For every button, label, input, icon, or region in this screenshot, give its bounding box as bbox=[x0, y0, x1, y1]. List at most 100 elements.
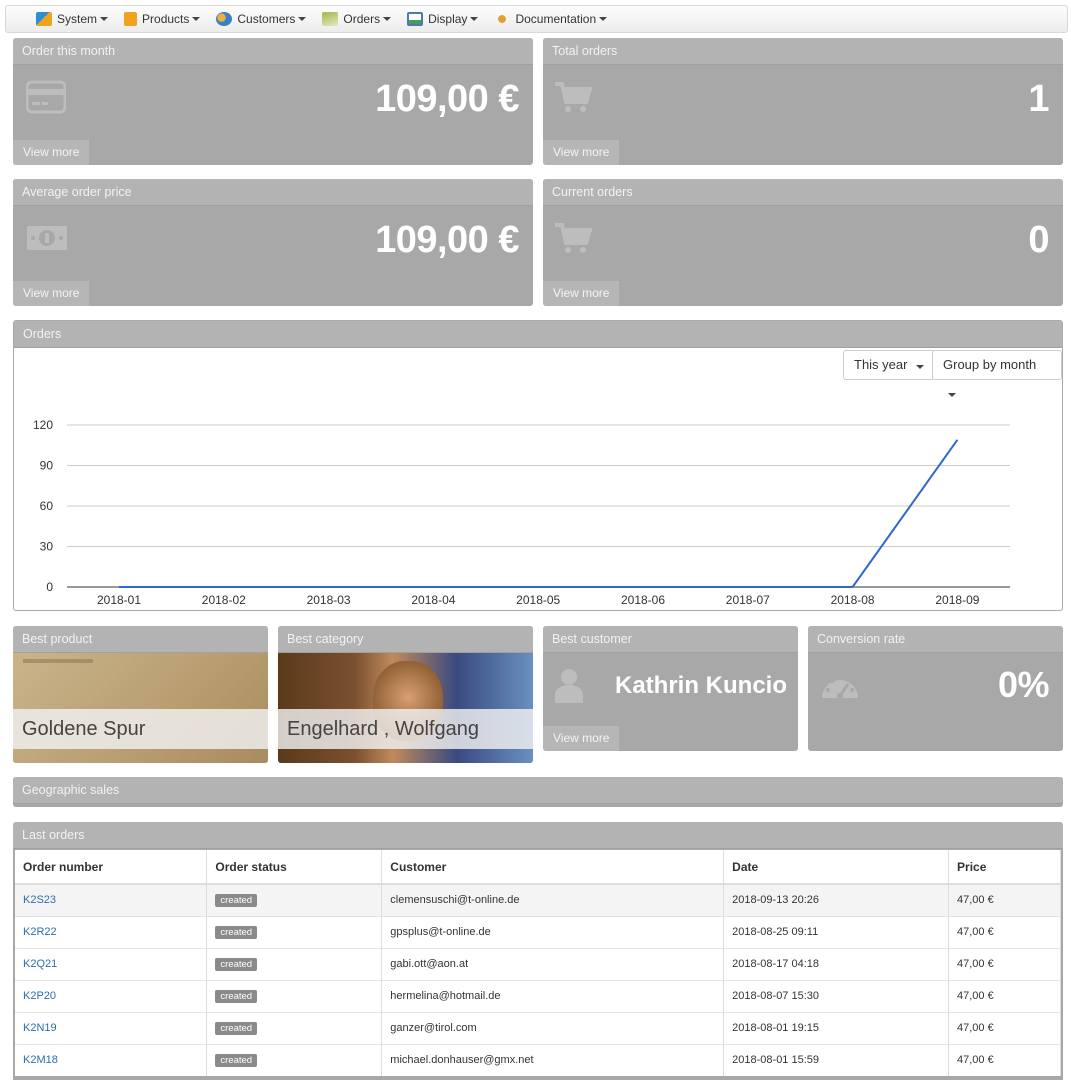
chevron-down-icon bbox=[298, 17, 307, 21]
column-header[interactable]: Price bbox=[948, 850, 1061, 885]
shopping-cart-icon bbox=[553, 80, 593, 117]
customers-icon bbox=[216, 12, 233, 26]
date-cell: 2018-08-01 19:15 bbox=[723, 1011, 950, 1044]
x-tick-label: 2018-04 bbox=[411, 593, 455, 607]
table-row: K2Q21 created gabi.ott@aon.at 2018-08-17… bbox=[15, 947, 1061, 980]
order-number-link[interactable]: K2S23 bbox=[15, 883, 208, 916]
y-tick-label: 60 bbox=[40, 499, 54, 513]
series-line-eur[interactable] bbox=[119, 439, 959, 588]
order-status-cell: created bbox=[206, 1011, 383, 1044]
nav-documentation[interactable]: Documentation bbox=[494, 12, 608, 26]
x-tick-label: 2018-08 bbox=[831, 593, 875, 607]
nav-label: Display bbox=[428, 12, 468, 26]
last-orders-table: Order number Order status Customer Date … bbox=[15, 850, 1061, 1076]
panel-title: Last orders bbox=[13, 822, 1063, 849]
price-cell: 47,00 € bbox=[948, 1043, 1061, 1076]
image-detail bbox=[23, 659, 93, 663]
order-number-link[interactable]: K2R22 bbox=[15, 915, 208, 948]
table-header-row: Order number Order status Customer Date … bbox=[15, 850, 1061, 885]
customer-cell: hermelina@hotmail.de bbox=[381, 979, 725, 1012]
panel-title: Order this month bbox=[13, 38, 533, 65]
table-row: K2R22 created gpsplus@t-online.de 2018-0… bbox=[15, 915, 1061, 948]
nav-customers[interactable]: Customers bbox=[216, 12, 307, 26]
column-header[interactable]: Customer bbox=[381, 850, 725, 885]
panel-title: Total orders bbox=[543, 38, 1063, 65]
price-cell: 47,00 € bbox=[948, 915, 1061, 948]
order-status-cell: created bbox=[206, 947, 383, 980]
geographic-sales-panel[interactable]: Geographic sales bbox=[13, 777, 1063, 807]
panel-title: Best category bbox=[278, 626, 533, 653]
customer-cell: gabi.ott@aon.at bbox=[381, 947, 725, 980]
orders-chart-panel: Orders This year Group by month 0 30 60 90 1… bbox=[13, 320, 1063, 611]
credit-card-icon bbox=[25, 80, 67, 117]
last-orders-panel: Last orders Order number Order status Cu… bbox=[13, 822, 1063, 1080]
conversion-rate-card: Conversion rate 0% bbox=[808, 626, 1063, 751]
price-cell: 47,00 € bbox=[948, 947, 1061, 980]
status-badge: created bbox=[215, 957, 258, 971]
customer-cell: gpsplus@t-online.de bbox=[381, 915, 725, 948]
y-tick-label: 30 bbox=[40, 540, 54, 554]
best-category-card[interactable]: Best category Engelhard , Wolfgang bbox=[278, 626, 533, 763]
stat-value: 109,00 € bbox=[375, 219, 519, 261]
nav-display[interactable]: Display bbox=[407, 12, 479, 26]
nav-orders[interactable]: Orders bbox=[322, 12, 392, 26]
best-category-name: Engelhard , Wolfgang bbox=[278, 709, 533, 749]
stat-value: 109,00 € bbox=[375, 78, 519, 120]
table-row: K2P20 created hermelina@hotmail.de 2018-… bbox=[15, 979, 1061, 1012]
stat-average-order-price: Average order price 109,00 € View more bbox=[13, 179, 533, 306]
date-cell: 2018-08-25 09:11 bbox=[723, 915, 950, 948]
view-more-link[interactable]: View more bbox=[13, 281, 90, 306]
banknote-icon bbox=[26, 221, 68, 258]
x-tick-label: 2018-07 bbox=[726, 593, 770, 607]
view-more-link[interactable]: View more bbox=[543, 726, 620, 751]
dashboard-gauge-icon bbox=[820, 670, 860, 705]
documentation-icon bbox=[494, 12, 511, 26]
nav-label: Documentation bbox=[515, 12, 597, 26]
price-cell: 47,00 € bbox=[948, 1011, 1061, 1044]
best-customer-name: Kathrin Kuncio bbox=[615, 672, 787, 699]
panel-title: Best product bbox=[13, 626, 268, 653]
products-icon bbox=[124, 12, 138, 26]
stat-order-this-month: Order this month 109,00 € View more bbox=[13, 38, 533, 165]
x-tick-label: 2018-03 bbox=[307, 593, 351, 607]
panel-title: Conversion rate bbox=[808, 626, 1063, 653]
chevron-down-icon bbox=[100, 17, 109, 21]
chevron-down-icon bbox=[470, 17, 479, 21]
shopping-cart-icon bbox=[553, 221, 593, 258]
status-badge: created bbox=[215, 893, 258, 907]
panel-title: Best customer bbox=[543, 626, 798, 653]
column-header[interactable]: Order number bbox=[15, 850, 208, 885]
y-tick-label: 120 bbox=[33, 418, 53, 432]
nav-system[interactable]: System bbox=[36, 12, 109, 26]
nav-label: Customers bbox=[237, 12, 296, 26]
column-header[interactable]: Date bbox=[723, 850, 950, 885]
view-more-link[interactable]: View more bbox=[543, 281, 620, 306]
user-icon bbox=[555, 667, 583, 706]
panel-title: Average order price bbox=[13, 179, 533, 206]
customer-cell: ganzer@tirol.com bbox=[381, 1011, 725, 1044]
customer-cell: michael.donhauser@gmx.net bbox=[381, 1043, 725, 1076]
y-tick-label: 90 bbox=[40, 459, 54, 473]
order-number-link[interactable]: K2P20 bbox=[15, 979, 208, 1012]
best-customer-card: Best customer Kathrin Kuncio View more bbox=[543, 626, 798, 751]
best-product-card[interactable]: Best product Goldene Spur bbox=[13, 626, 268, 763]
order-number-link[interactable]: K2N19 bbox=[15, 1011, 208, 1044]
order-status-cell: created bbox=[206, 979, 383, 1012]
view-more-link[interactable]: View more bbox=[13, 140, 90, 165]
order-status-cell: created bbox=[206, 915, 383, 948]
stat-value: 1 bbox=[1028, 78, 1049, 120]
price-cell: 47,00 € bbox=[948, 979, 1061, 1012]
order-number-link[interactable]: K2M18 bbox=[15, 1043, 208, 1076]
stat-total-orders: Total orders 1 View more bbox=[543, 38, 1063, 165]
order-status-cell: created bbox=[206, 883, 383, 916]
nav-label: Orders bbox=[343, 12, 381, 26]
date-cell: 2018-08-07 15:30 bbox=[723, 979, 950, 1012]
x-tick-label: 2018-01 bbox=[97, 593, 141, 607]
column-header[interactable]: Order status bbox=[206, 850, 383, 885]
table-row: K2M18 created michael.donhauser@gmx.net … bbox=[15, 1043, 1061, 1076]
x-tick-label: 2018-05 bbox=[516, 593, 560, 607]
nav-products[interactable]: Products bbox=[124, 12, 201, 26]
orders-line-chart: 0 30 60 90 120 2018-01 2018-02 2018-03 2018-04 20… bbox=[33, 418, 1010, 607]
view-more-link[interactable]: View more bbox=[543, 140, 620, 165]
order-number-link[interactable]: K2Q21 bbox=[15, 947, 208, 980]
